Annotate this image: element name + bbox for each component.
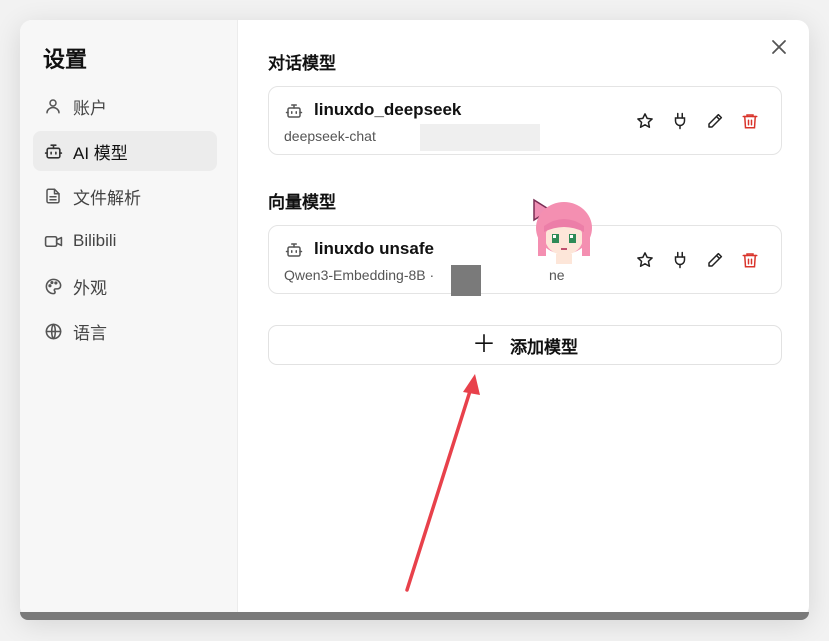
sidebar-item-label: 文件解析	[73, 188, 141, 208]
chat-model-card: linuxdo_deepseek deepseek-chat	[268, 86, 782, 155]
add-model-button[interactable]: ＋ 添加模型	[268, 325, 782, 365]
embedding-model-card: linuxdo unsafe Qwen3-Embedding-8B · ne	[268, 225, 782, 296]
model-id: Qwen3-Embedding-8B ·	[284, 267, 435, 283]
user-icon	[43, 96, 63, 116]
sidebar-item-label: AI 模型	[73, 143, 128, 163]
window-bottom-shadow	[20, 612, 809, 620]
settings-dialog: 设置 账户 AI 模型 文件解析 Bilibili 外观 语言 对话模型 lin…	[20, 20, 809, 618]
embedding-models-title: 向量模型	[268, 193, 336, 212]
globe-icon	[43, 321, 63, 341]
model-id: deepseek-chat	[284, 128, 376, 144]
model-name: linuxdo_deepseek	[314, 100, 462, 119]
model-actions	[635, 250, 759, 269]
bot-icon	[285, 241, 303, 259]
palette-icon	[43, 276, 63, 296]
edit-icon[interactable]	[705, 250, 724, 269]
sidebar-item-label: 外观	[73, 278, 107, 298]
sidebar-item-appearance[interactable]: 外观	[33, 266, 217, 306]
sidebar-nav: 账户 AI 模型 文件解析 Bilibili 外观 语言	[33, 86, 217, 356]
delete-icon[interactable]	[740, 250, 759, 269]
sidebar-item-account[interactable]: 账户	[33, 86, 217, 126]
sidebar-item-file-parsing[interactable]: 文件解析	[33, 176, 217, 216]
sidebar-item-bilibili[interactable]: Bilibili	[33, 221, 217, 261]
edit-icon[interactable]	[705, 111, 724, 130]
file-icon	[43, 186, 63, 206]
sidebar-item-ai-models[interactable]: AI 模型	[33, 131, 217, 171]
star-icon[interactable]	[635, 250, 654, 269]
model-name: linuxdo unsafe	[314, 239, 434, 258]
bot-icon	[285, 102, 303, 120]
sidebar-item-label: 语言	[73, 323, 107, 343]
plus-icon: ＋	[472, 331, 496, 358]
redacted-area	[420, 124, 540, 151]
redacted-area	[451, 265, 481, 296]
add-model-label: 添加模型	[510, 337, 578, 357]
plug-icon[interactable]	[670, 250, 689, 269]
chat-models-title: 对话模型	[268, 54, 336, 73]
model-actions	[635, 111, 759, 130]
sidebar-item-label: Bilibili	[73, 231, 117, 250]
video-icon	[43, 231, 63, 251]
bot-icon	[43, 141, 63, 161]
sidebar-item-language[interactable]: 语言	[33, 311, 217, 351]
mascot-sprite	[533, 198, 592, 264]
models-panel: 对话模型 linuxdo_deepseek deepseek-chat 向量模型…	[268, 20, 782, 618]
settings-sidebar: 设置 账户 AI 模型 文件解析 Bilibili 外观 语言	[20, 20, 238, 618]
star-icon[interactable]	[635, 111, 654, 130]
delete-icon[interactable]	[740, 111, 759, 130]
sidebar-title: 设置	[43, 47, 88, 72]
plug-icon[interactable]	[670, 111, 689, 130]
sidebar-item-label: 账户	[73, 98, 107, 118]
